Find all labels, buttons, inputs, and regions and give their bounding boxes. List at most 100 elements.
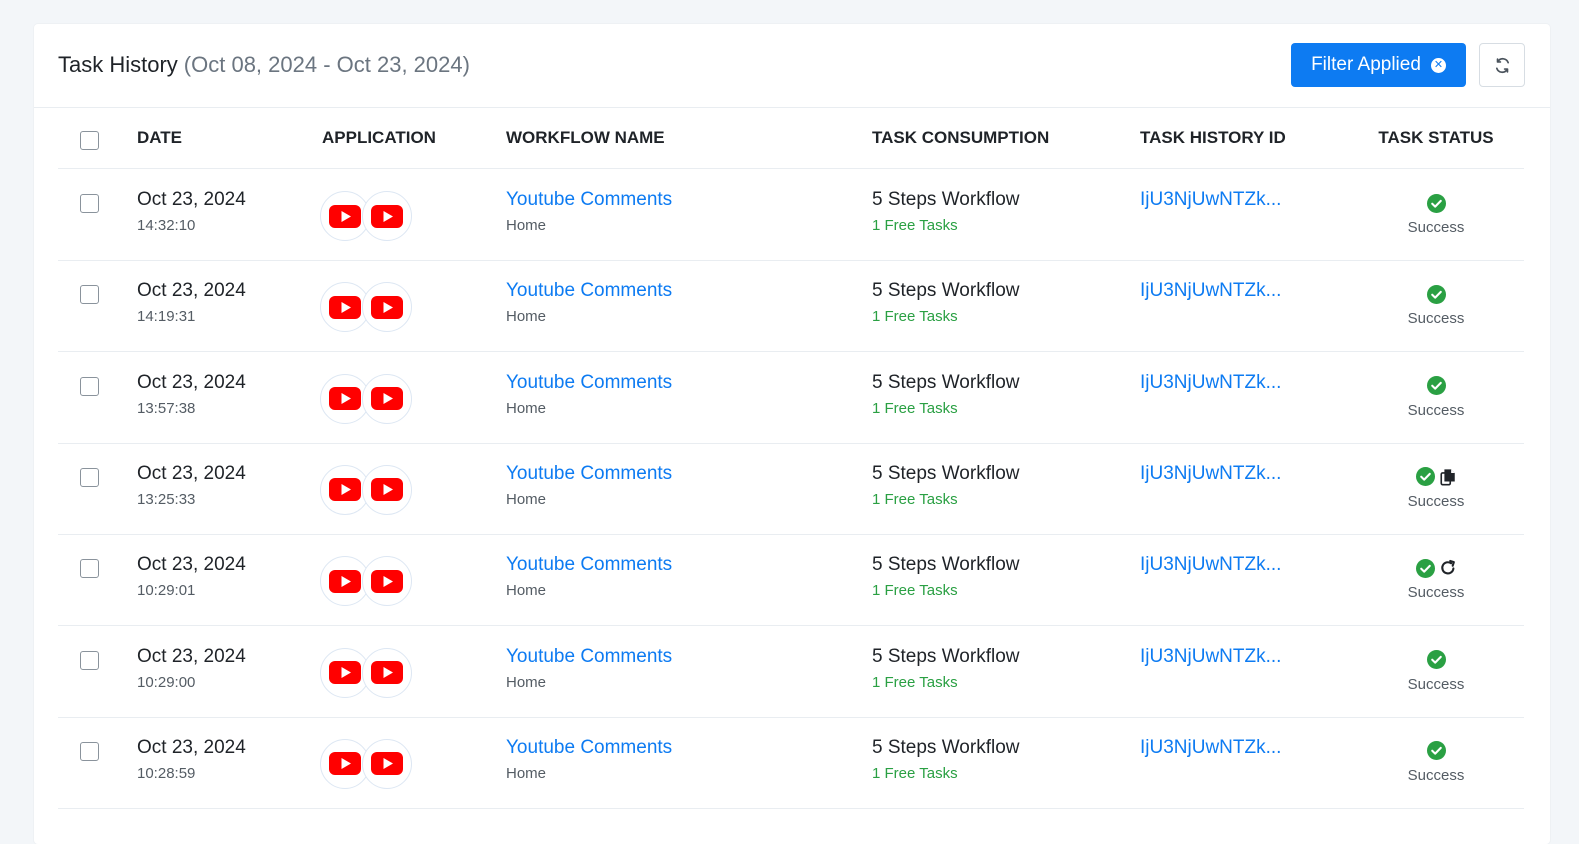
row-time: 10:29:00 xyxy=(137,673,196,691)
row-date: Oct 23, 2024 xyxy=(137,189,246,210)
workflow-name-link[interactable]: Youtube Comments xyxy=(506,189,672,211)
task-history-id-link[interactable]: IjU3NjUwNTZk... xyxy=(1140,463,1281,485)
row-checkbox[interactable] xyxy=(80,194,99,213)
app-badge xyxy=(362,373,412,424)
status-label: Success xyxy=(1407,310,1465,328)
youtube-icon xyxy=(371,478,403,502)
status-label: Success xyxy=(1407,766,1465,784)
page-title: Task History (Oct 08, 2024 - Oct 23, 2024… xyxy=(58,52,470,78)
column-date[interactable]: DATE xyxy=(137,128,182,148)
status-icons xyxy=(1371,283,1501,305)
workflow-folder: Home xyxy=(506,764,547,782)
status-label: Success xyxy=(1407,492,1465,510)
status-icons xyxy=(1371,649,1501,671)
workflow-name-link[interactable]: Youtube Comments xyxy=(506,280,672,302)
check-circle-icon xyxy=(1415,558,1435,578)
row-checkbox[interactable] xyxy=(80,559,99,579)
workflow-folder: Home xyxy=(506,673,547,691)
table-row: Oct 23, 2024 14:32:10 Youtube Comments H… xyxy=(58,169,1524,261)
row-checkbox[interactable] xyxy=(80,467,99,487)
table-row: Oct 23, 2024 10:29:00 Youtube Comments H… xyxy=(58,626,1524,718)
close-circle-icon[interactable]: ✕ xyxy=(1430,57,1446,73)
free-tasks-label: 1 Free Tasks xyxy=(872,217,958,234)
status-extra-slot xyxy=(1439,559,1457,577)
rerun-icon[interactable] xyxy=(1439,559,1457,577)
task-consumption: 5 Steps Workflow xyxy=(872,462,1020,484)
app-badge xyxy=(362,738,412,789)
row-date: Oct 23, 2024 xyxy=(137,554,246,576)
task-consumption: 5 Steps Workflow xyxy=(872,189,1020,210)
row-checkbox[interactable] xyxy=(80,650,99,670)
free-tasks-label: 1 Free Tasks xyxy=(872,582,958,600)
workflow-folder: Home xyxy=(506,582,547,600)
check-circle-icon xyxy=(1426,193,1446,213)
check-circle-icon xyxy=(1426,376,1446,396)
status-label: Success xyxy=(1407,584,1465,602)
task-history-id-link[interactable]: IjU3NjUwNTZk... xyxy=(1140,737,1281,759)
task-history-id-link[interactable]: IjU3NjUwNTZk... xyxy=(1140,189,1281,211)
task-consumption: 5 Steps Workflow xyxy=(872,554,1020,576)
workflow-folder: Home xyxy=(506,490,547,508)
column-application[interactable]: APPLICATION xyxy=(322,128,436,148)
task-history-id-link[interactable]: IjU3NjUwNTZk... xyxy=(1140,554,1281,576)
row-time: 10:28:59 xyxy=(137,764,196,782)
workflow-name-link[interactable]: Youtube Comments xyxy=(506,372,672,394)
table-row: Oct 23, 2024 10:28:59 Youtube Comments H… xyxy=(58,717,1524,809)
table-row: Oct 23, 2024 13:57:38 Youtube Comments H… xyxy=(58,352,1524,444)
workflow-name-link[interactable]: Youtube Comments xyxy=(506,737,672,759)
app-badge xyxy=(362,282,412,333)
youtube-icon xyxy=(329,387,361,411)
row-checkbox[interactable] xyxy=(80,376,99,396)
status-extra-slot xyxy=(1439,468,1457,486)
select-all-checkbox[interactable] xyxy=(80,131,99,150)
youtube-icon xyxy=(329,752,361,776)
title-text: Task History xyxy=(58,52,178,77)
youtube-icon xyxy=(371,569,403,593)
workflow-name-link[interactable]: Youtube Comments xyxy=(506,463,672,485)
app-badge xyxy=(362,647,412,698)
table-row: Oct 23, 2024 13:25:33 Youtube Comments H… xyxy=(58,443,1524,535)
row-checkbox[interactable] xyxy=(80,741,99,761)
table-row: Oct 23, 2024 10:29:01 Youtube Comments H… xyxy=(58,534,1524,627)
column-task-status[interactable]: TASK STATUS xyxy=(1371,128,1501,148)
row-time: 14:19:31 xyxy=(137,308,196,326)
app-badge xyxy=(362,464,412,515)
status-icons xyxy=(1371,740,1501,762)
youtube-icon xyxy=(371,295,403,319)
column-task-history-id[interactable]: TASK HISTORY ID xyxy=(1140,128,1286,148)
refresh-button[interactable] xyxy=(1479,43,1525,87)
youtube-icon xyxy=(371,752,403,776)
status-label: Success xyxy=(1407,675,1465,693)
youtube-icon xyxy=(329,204,361,228)
task-consumption: 5 Steps Workflow xyxy=(872,736,1020,758)
status-label: Success xyxy=(1407,401,1465,419)
status-icons xyxy=(1371,192,1501,214)
refresh-icon xyxy=(1495,57,1509,73)
filter-button-label: Filter Applied xyxy=(1311,54,1421,75)
row-checkbox[interactable] xyxy=(80,285,99,305)
free-tasks-label: 1 Free Tasks xyxy=(872,308,958,326)
app-badge xyxy=(362,556,412,607)
column-task-consumption[interactable]: TASK CONSUMPTION xyxy=(872,128,1049,148)
row-time: 14:32:10 xyxy=(137,217,196,234)
youtube-icon xyxy=(329,661,361,684)
table-row: Oct 23, 2024 14:19:31 Youtube Comments H… xyxy=(58,260,1524,353)
youtube-icon xyxy=(371,661,403,684)
task-history-id-link[interactable]: IjU3NjUwNTZk... xyxy=(1140,372,1281,394)
status-icons xyxy=(1371,557,1501,579)
task-history-id-link[interactable]: IjU3NjUwNTZk... xyxy=(1140,280,1281,302)
copy-icon[interactable] xyxy=(1439,468,1457,486)
filter-applied-button[interactable]: Filter Applied ✕ xyxy=(1291,43,1466,87)
check-circle-icon xyxy=(1426,650,1446,669)
workflow-name-link[interactable]: Youtube Comments xyxy=(506,646,672,668)
row-date: Oct 23, 2024 xyxy=(137,462,246,484)
task-consumption: 5 Steps Workflow xyxy=(872,645,1020,667)
workflow-name-link[interactable]: Youtube Comments xyxy=(506,554,672,576)
row-date: Oct 23, 2024 xyxy=(137,371,246,393)
free-tasks-label: 1 Free Tasks xyxy=(872,399,958,417)
task-history-id-link[interactable]: IjU3NjUwNTZk... xyxy=(1140,646,1281,668)
status-icons xyxy=(1371,466,1501,488)
column-workflow-name[interactable]: WORKFLOW NAME xyxy=(506,128,665,148)
row-time: 13:25:33 xyxy=(137,490,196,508)
check-circle-icon xyxy=(1415,467,1435,487)
